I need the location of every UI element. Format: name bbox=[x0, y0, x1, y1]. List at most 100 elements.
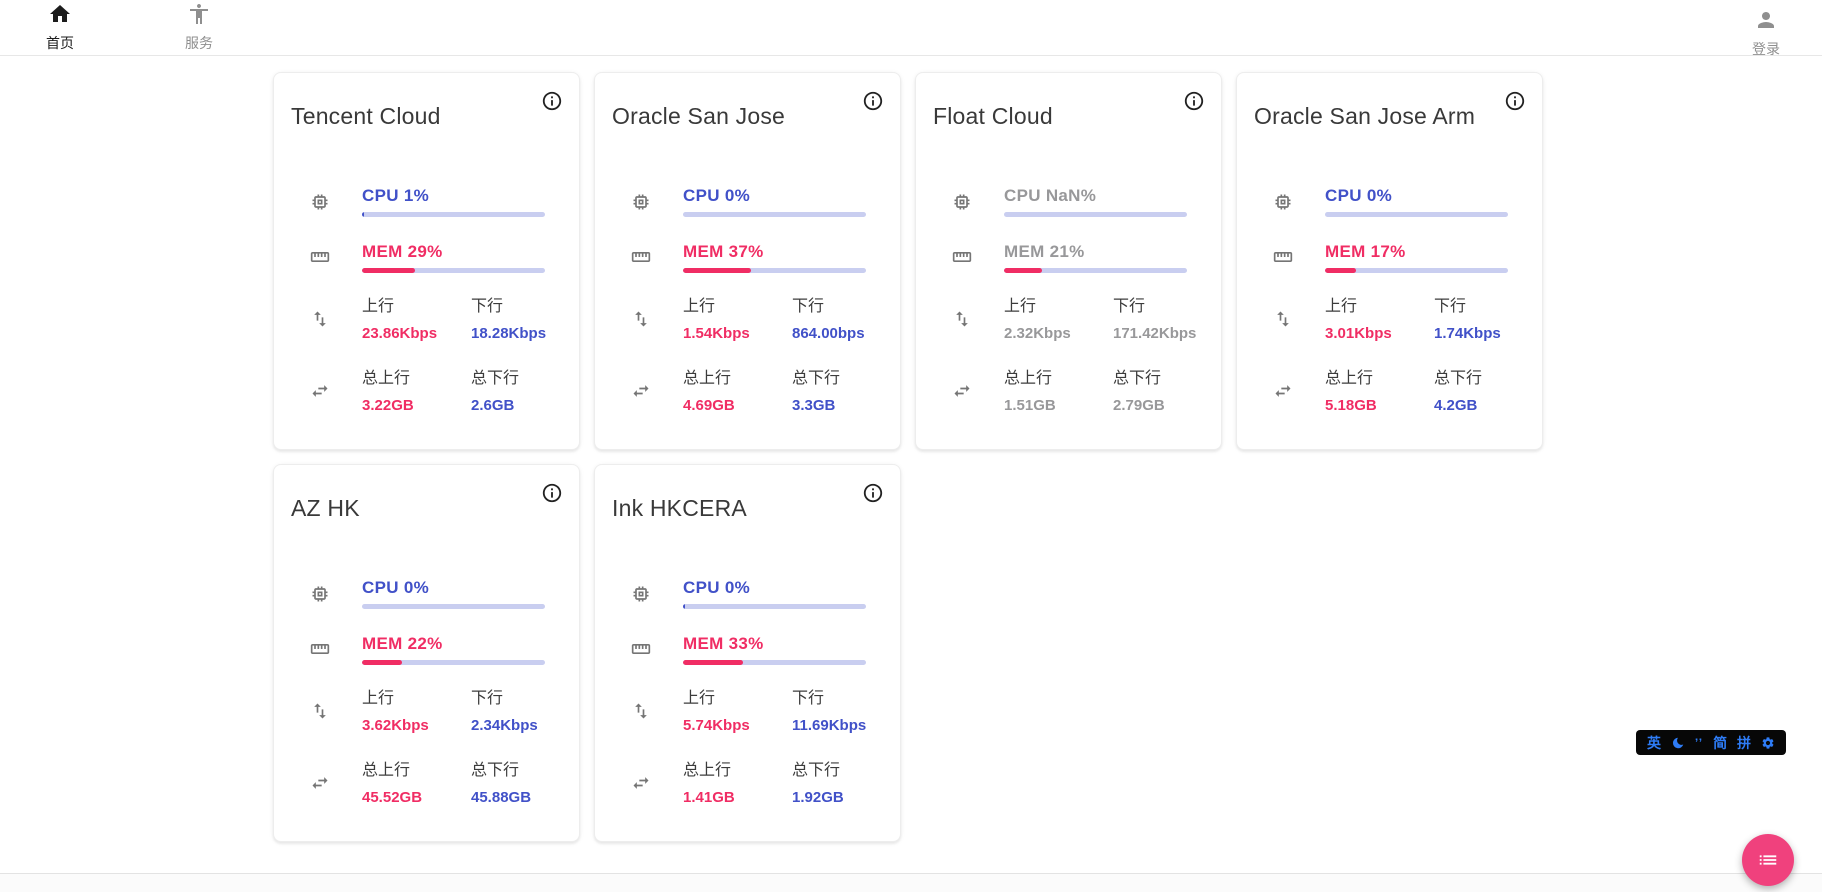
upload-download-arrows-icon bbox=[631, 701, 651, 721]
nav-item-home[interactable]: 首页 bbox=[34, 2, 86, 53]
ime-toolbar: 英 ’’ 简 拼 bbox=[1636, 730, 1786, 755]
upload-speed-value: 3.62Kbps bbox=[362, 718, 471, 734]
info-icon[interactable] bbox=[861, 90, 885, 114]
cpu-chip-icon bbox=[310, 584, 330, 604]
mem-usage-label: MEM 22% bbox=[362, 634, 545, 654]
download-speed-value: 171.42Kbps bbox=[1113, 326, 1204, 342]
download-label: 下行 bbox=[1113, 297, 1204, 317]
total-download-label: 总下行 bbox=[792, 369, 883, 389]
cpu-progress-bar bbox=[683, 604, 866, 609]
total-upload-label: 总上行 bbox=[1004, 369, 1113, 389]
server-name: Float Cloud bbox=[933, 103, 1053, 130]
server-name: Tencent Cloud bbox=[291, 103, 441, 130]
cpu-usage-label: CPU 0% bbox=[1325, 186, 1508, 206]
total-transfer-swap-icon bbox=[631, 773, 651, 793]
ime-pinyin-mode[interactable]: 拼 bbox=[1737, 736, 1751, 750]
cpu-progress-fill bbox=[683, 604, 685, 609]
upload-download-arrows-icon bbox=[1273, 309, 1293, 329]
mem-usage-label: MEM 29% bbox=[362, 242, 545, 262]
server-card-oracle-san-jose-arm: Oracle San Jose Arm CPU 0% MEM 17% 上行 3.0… bbox=[1236, 72, 1543, 450]
settings-gear-icon[interactable] bbox=[1761, 736, 1775, 750]
upload-speed-value: 3.01Kbps bbox=[1325, 326, 1434, 342]
cpu-chip-icon bbox=[310, 192, 330, 212]
info-icon[interactable] bbox=[861, 482, 885, 506]
cpu-usage-label: CPU NaN% bbox=[1004, 186, 1187, 206]
total-download-label: 总下行 bbox=[471, 369, 562, 389]
home-icon bbox=[48, 2, 72, 31]
mem-progress-fill bbox=[683, 268, 751, 273]
cpu-usage-label: CPU 0% bbox=[362, 578, 545, 598]
mem-progress-fill bbox=[683, 660, 743, 665]
total-transfer-swap-icon bbox=[310, 381, 330, 401]
upload-speed-value: 23.86Kbps bbox=[362, 326, 471, 342]
total-transfer-swap-icon bbox=[631, 381, 651, 401]
total-upload-value: 4.69GB bbox=[683, 398, 792, 414]
ime-english-mode[interactable]: 英 bbox=[1647, 736, 1661, 750]
ime-simplified-mode[interactable]: 简 bbox=[1713, 736, 1727, 750]
download-label: 下行 bbox=[792, 297, 883, 317]
upload-label: 上行 bbox=[1325, 297, 1434, 317]
mem-progress-bar bbox=[362, 660, 545, 665]
total-download-value: 3.3GB bbox=[792, 398, 883, 414]
mem-usage-label: MEM 37% bbox=[683, 242, 866, 262]
upload-download-arrows-icon bbox=[952, 309, 972, 329]
total-transfer-swap-icon bbox=[1273, 381, 1293, 401]
total-upload-label: 总上行 bbox=[683, 369, 792, 389]
cpu-progress-bar bbox=[362, 604, 545, 609]
nav-home-label: 首页 bbox=[46, 33, 74, 53]
info-icon[interactable] bbox=[540, 90, 564, 114]
server-list-fab[interactable] bbox=[1742, 834, 1794, 886]
mem-usage-label: MEM 33% bbox=[683, 634, 866, 654]
nav-item-services[interactable]: 服务 bbox=[173, 2, 225, 53]
nav-item-login[interactable]: 登录 bbox=[1740, 8, 1792, 59]
mem-progress-fill bbox=[1325, 268, 1356, 273]
memory-ruler-icon bbox=[631, 247, 651, 267]
total-upload-label: 总上行 bbox=[1325, 369, 1434, 389]
total-download-value: 1.92GB bbox=[792, 790, 883, 806]
mem-usage-label: MEM 21% bbox=[1004, 242, 1187, 262]
upload-label: 上行 bbox=[683, 297, 792, 317]
moon-icon[interactable] bbox=[1671, 736, 1685, 750]
total-upload-label: 总上行 bbox=[362, 369, 471, 389]
mem-progress-bar bbox=[362, 268, 545, 273]
download-label: 下行 bbox=[1434, 297, 1525, 317]
download-speed-value: 11.69Kbps bbox=[792, 718, 883, 734]
server-card-float-cloud: Float Cloud CPU NaN% MEM 21% 上行2.32Kbps … bbox=[915, 72, 1222, 450]
mem-progress-bar bbox=[1325, 268, 1508, 273]
upload-speed-value: 1.54Kbps bbox=[683, 326, 792, 342]
total-download-label: 总下行 bbox=[1113, 369, 1204, 389]
top-nav: 首页 服务 登录 bbox=[0, 0, 1822, 56]
cpu-usage-label: CPU 0% bbox=[683, 578, 866, 598]
cpu-chip-icon bbox=[631, 584, 651, 604]
server-card-tencent-cloud: Tencent Cloud CPU 1% MEM 29% 上行23.86Kbps… bbox=[273, 72, 580, 450]
download-label: 下行 bbox=[471, 297, 562, 317]
ime-punctuation-mode[interactable]: ’’ bbox=[1695, 737, 1703, 749]
server-card-az-hk: AZ HK CPU 0% MEM 22% 上行3.62Kbps 下行2.34Kb… bbox=[273, 464, 580, 842]
mem-usage-label: MEM 17% bbox=[1325, 242, 1508, 262]
server-name: Oracle San Jose Arm bbox=[1254, 103, 1475, 130]
cpu-usage-label: CPU 0% bbox=[683, 186, 866, 206]
nav-services-label: 服务 bbox=[185, 33, 213, 53]
upload-speed-value: 2.32Kbps bbox=[1004, 326, 1113, 342]
cpu-usage-label: CPU 1% bbox=[362, 186, 545, 206]
info-icon[interactable] bbox=[1182, 90, 1206, 114]
upload-download-arrows-icon bbox=[310, 701, 330, 721]
page-footer bbox=[0, 873, 1822, 892]
mem-progress-fill bbox=[362, 660, 402, 665]
total-transfer-swap-icon bbox=[310, 773, 330, 793]
memory-ruler-icon bbox=[631, 639, 651, 659]
upload-label: 上行 bbox=[1004, 297, 1113, 317]
total-upload-value: 3.22GB bbox=[362, 398, 471, 414]
total-upload-value: 5.18GB bbox=[1325, 398, 1434, 414]
mem-progress-bar bbox=[683, 268, 866, 273]
total-upload-value: 1.51GB bbox=[1004, 398, 1113, 414]
info-icon[interactable] bbox=[1503, 90, 1527, 114]
upload-download-arrows-icon bbox=[310, 309, 330, 329]
person-icon bbox=[1754, 8, 1778, 37]
memory-ruler-icon bbox=[1273, 247, 1293, 267]
cpu-progress-bar bbox=[683, 212, 866, 217]
memory-ruler-icon bbox=[310, 247, 330, 267]
info-icon[interactable] bbox=[540, 482, 564, 506]
cpu-chip-icon bbox=[1273, 192, 1293, 212]
total-download-value: 45.88GB bbox=[471, 790, 562, 806]
